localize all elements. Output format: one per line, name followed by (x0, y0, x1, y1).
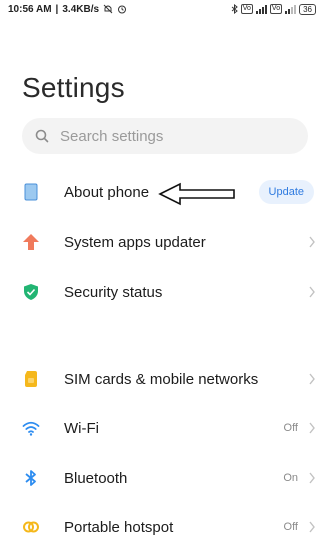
chevron-right-icon (309, 422, 315, 434)
shield-check-icon (24, 284, 38, 300)
bluetooth-icon (25, 470, 36, 486)
update-badge[interactable]: Update (258, 180, 314, 204)
vo-lte-icon: Vo (269, 4, 283, 14)
hotspot-status: Off (283, 521, 298, 533)
list-item-label: System apps updater (64, 233, 206, 251)
bluetooth-icon (231, 4, 238, 14)
list-item-wifi[interactable]: Wi-Fi Off (0, 404, 324, 452)
status-right: Vo Vo 36 (231, 3, 316, 15)
list-item-label: Bluetooth (64, 469, 128, 487)
page-title: Settings (22, 72, 125, 103)
list-item-label: Security status (64, 283, 163, 301)
list-item-label: Portable hotspot (64, 518, 174, 535)
status-bar: 10:56 AM | 3.4KB/s Vo Vo 36 (0, 0, 324, 18)
list-item-label: SIM cards & mobile networks (64, 370, 259, 388)
list-item-security-status[interactable]: Security status (0, 268, 324, 316)
list-item-bluetooth[interactable]: Bluetooth On (0, 454, 324, 502)
hotspot-icon (23, 521, 39, 533)
list-item-portable-hotspot[interactable]: Portable hotspot Off (0, 503, 324, 535)
arrow-up-icon (23, 234, 39, 250)
list-item-sim-cards[interactable]: SIM cards & mobile networks (0, 355, 324, 403)
list-item-label: About phone (64, 183, 150, 201)
list-item-system-apps-updater[interactable]: System apps updater (0, 218, 324, 266)
bluetooth-status: On (283, 472, 298, 484)
vo-lte-icon: Vo (240, 4, 253, 14)
signal-icon (285, 4, 297, 14)
search-placeholder: Search settings (60, 127, 164, 145)
status-left: 10:56 AM | 3.4KB/s (8, 4, 127, 15)
status-separator: | (55, 3, 59, 15)
search-icon (35, 129, 49, 143)
battery-icon: 36 (299, 3, 316, 15)
chevron-right-icon (309, 286, 315, 298)
arrow-annotation-icon (158, 182, 235, 206)
section-divider (0, 340, 324, 348)
chevron-right-icon (309, 236, 315, 248)
list-item-label: Wi-Fi (64, 419, 99, 437)
phone-icon (24, 183, 38, 201)
status-speed: 3.4KB/s (62, 3, 100, 15)
alarm-icon (118, 5, 127, 14)
chevron-right-icon (309, 472, 315, 484)
wifi-icon (22, 421, 40, 436)
signal-icon (255, 4, 267, 14)
chevron-right-icon (309, 521, 315, 533)
chevron-right-icon (309, 373, 315, 385)
wifi-status: Off (283, 422, 298, 434)
search-input[interactable]: Search settings (22, 118, 308, 154)
status-time: 10:56 AM (8, 3, 52, 15)
sim-card-icon (25, 371, 37, 387)
mute-icon (103, 4, 113, 14)
